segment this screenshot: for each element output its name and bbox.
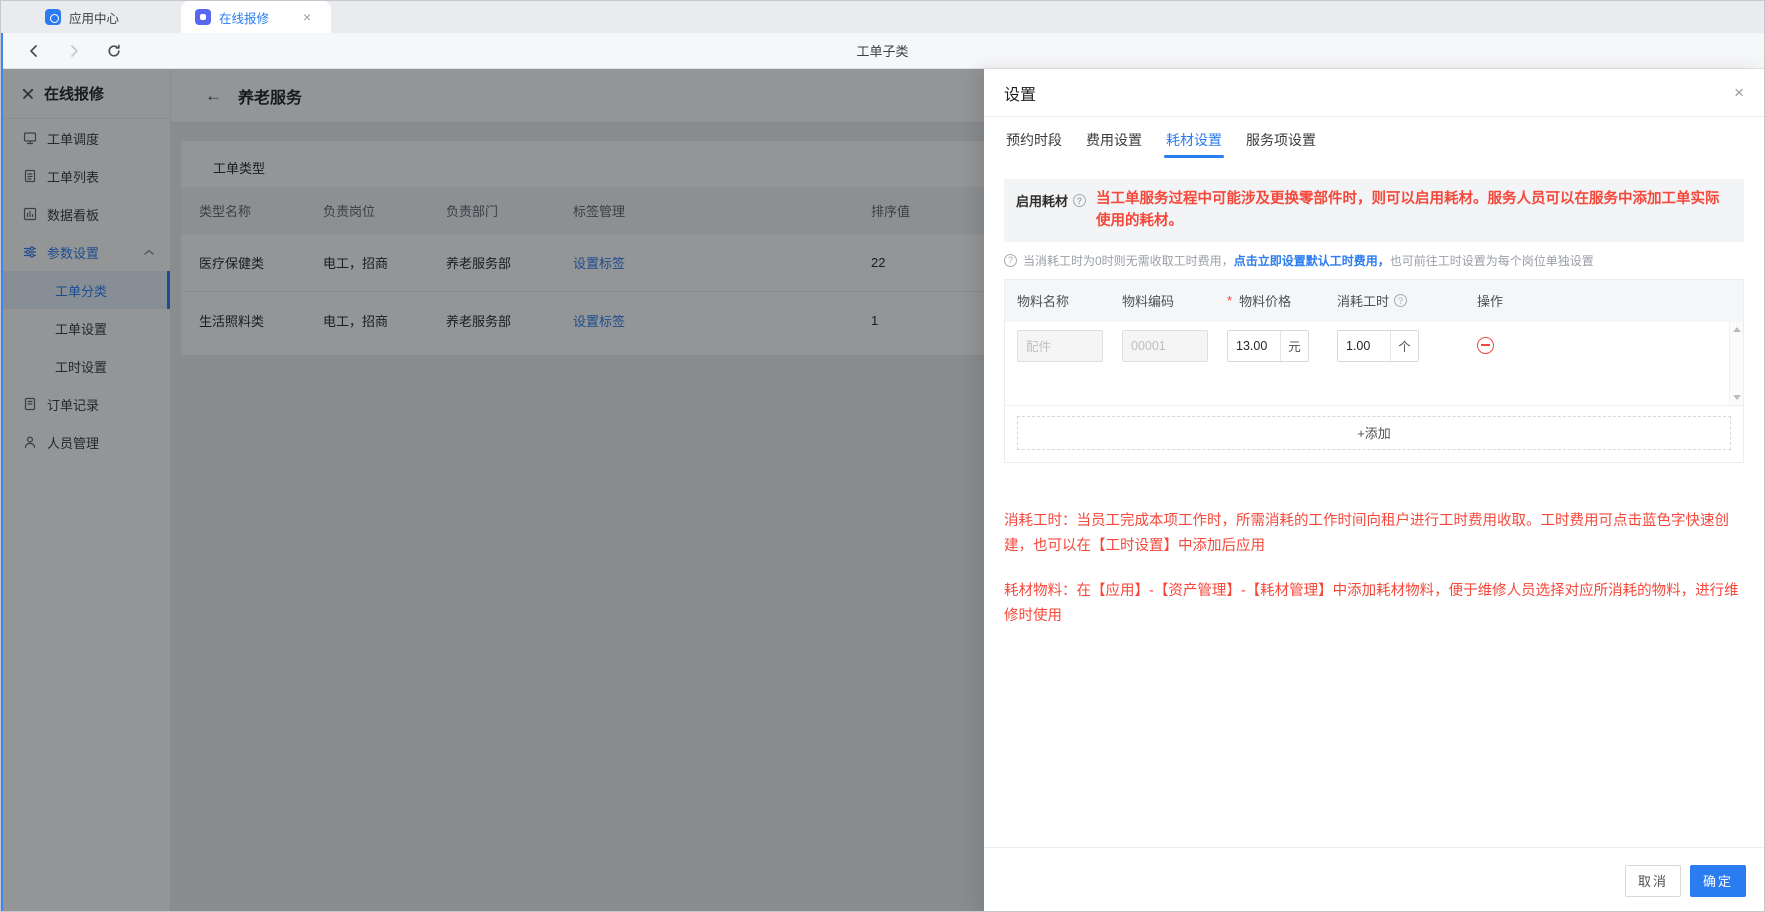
material-price-field: 元 (1227, 329, 1309, 362)
drawer-tab-bar: 预约时段 费用设置 耗材设置 服务项设置 (984, 117, 1764, 163)
tab-label: 在线报修 (219, 11, 270, 26)
tab-close-icon[interactable]: × (303, 10, 311, 24)
browser-tab-app-center[interactable]: 应用中心 (31, 1, 181, 33)
material-price-input[interactable] (1228, 330, 1280, 361)
browser-nav-bar: 工单子类 (1, 33, 1764, 69)
required-marker: * (1227, 293, 1233, 309)
tab-fee-settings[interactable]: 费用设置 (1084, 116, 1144, 164)
help-icon: ? (1073, 194, 1087, 207)
materials-table: 物料名称 物料编码 * 物料价格 消耗工时 ? 操作 配件 00001 13.0… (1004, 278, 1744, 463)
material-name-input (1017, 329, 1103, 362)
consume-hours-input[interactable] (1338, 330, 1390, 361)
window-edge-accent (1, 33, 3, 911)
help-icon: ? (1394, 294, 1408, 308)
materials-scrollbar[interactable] (1729, 321, 1743, 405)
note-consume-hours: 消耗工时：当员工完成本项工作时，所需消耗的工作时间向租户进行工时费用收取。工时费… (1004, 512, 1729, 555)
confirm-button[interactable]: 确定 (1689, 864, 1746, 897)
enable-consumable-warning: 当工单服务过程中可能涉及更换零部件时，则可以启用耗材。服务人员可以在服务中添加工… (1096, 191, 1720, 230)
cancel-button[interactable]: 取消 (1624, 864, 1681, 897)
online-repair-favicon (195, 9, 211, 25)
scroll-down-icon[interactable] (1733, 394, 1741, 400)
browser-tab-online-repair[interactable]: 在线报修 × (181, 1, 331, 33)
drawer-title: 设置 (1004, 86, 1037, 104)
settings-drawer: 设置 × 预约时段 费用设置 耗材设置 服务项设置 启用耗材 ? 当工单服务过程… (984, 69, 1764, 911)
remove-row-icon[interactable] (1477, 336, 1494, 354)
notes-section: 消耗工时：当员工完成本项工作时，所需消耗的工作时间向租户进行工时费用收取。工时费… (1004, 509, 1744, 630)
nav-page-title: 工单子类 (856, 44, 909, 59)
info-icon: ? (1004, 253, 1017, 267)
drawer-footer: 取消 确定 (984, 847, 1764, 911)
tab-consumable-settings[interactable]: 耗材设置 (1164, 116, 1224, 164)
enable-consumable-section: 启用耗材 ? 当工单服务过程中可能涉及更换零部件时，则可以启用耗材。服务人员可以… (1004, 179, 1744, 242)
drawer-mask[interactable] (1, 69, 986, 911)
tab-reservation-period[interactable]: 预约时段 (1004, 116, 1064, 164)
drawer-body: 启用耗材 ? 当工单服务过程中可能涉及更换零部件时，则可以启用耗材。服务人员可以… (984, 163, 1764, 847)
app-center-favicon (45, 9, 61, 25)
browser-tab-bar: 应用中心 在线报修 × (1, 1, 1764, 33)
scroll-up-icon[interactable] (1733, 326, 1741, 332)
price-unit-suffix: 元 (1280, 330, 1308, 361)
consume-hours-field: 个 (1337, 329, 1419, 362)
material-row: 元 个 (1005, 322, 1743, 362)
workhour-hint: ? 当消耗工时为0时则无需收取工时费用，点击立即设置默认工时费用，也可前往工时设… (1004, 252, 1744, 269)
set-default-workhour-fee-link[interactable]: 点击立即设置默认工时费用， (1234, 254, 1390, 268)
tab-service-item-settings[interactable]: 服务项设置 (1244, 116, 1318, 164)
close-icon[interactable]: × (1734, 84, 1744, 101)
tab-label: 应用中心 (69, 11, 120, 26)
materials-header-row: 物料名称 物料编码 * 物料价格 消耗工时 ? 操作 (1005, 279, 1743, 322)
materials-row-area: 元 个 (1005, 321, 1743, 406)
drawer-header: 设置 × (984, 69, 1764, 117)
add-material-button[interactable]: +添加 (1017, 415, 1731, 450)
browser-window: 应用中心 在线报修 × 工单子类 在线报修 工单调度 工单列表 数据看板 参数设… (0, 0, 1765, 912)
note-consumable-materials: 耗材物料：在【应用】-【资产管理】-【耗材管理】中添加耗材物料，便于维修人员选择… (1004, 582, 1739, 625)
material-code-input (1122, 329, 1208, 362)
enable-consumable-label: 启用耗材 ? (1016, 188, 1087, 210)
hours-unit-suffix: 个 (1390, 330, 1418, 361)
